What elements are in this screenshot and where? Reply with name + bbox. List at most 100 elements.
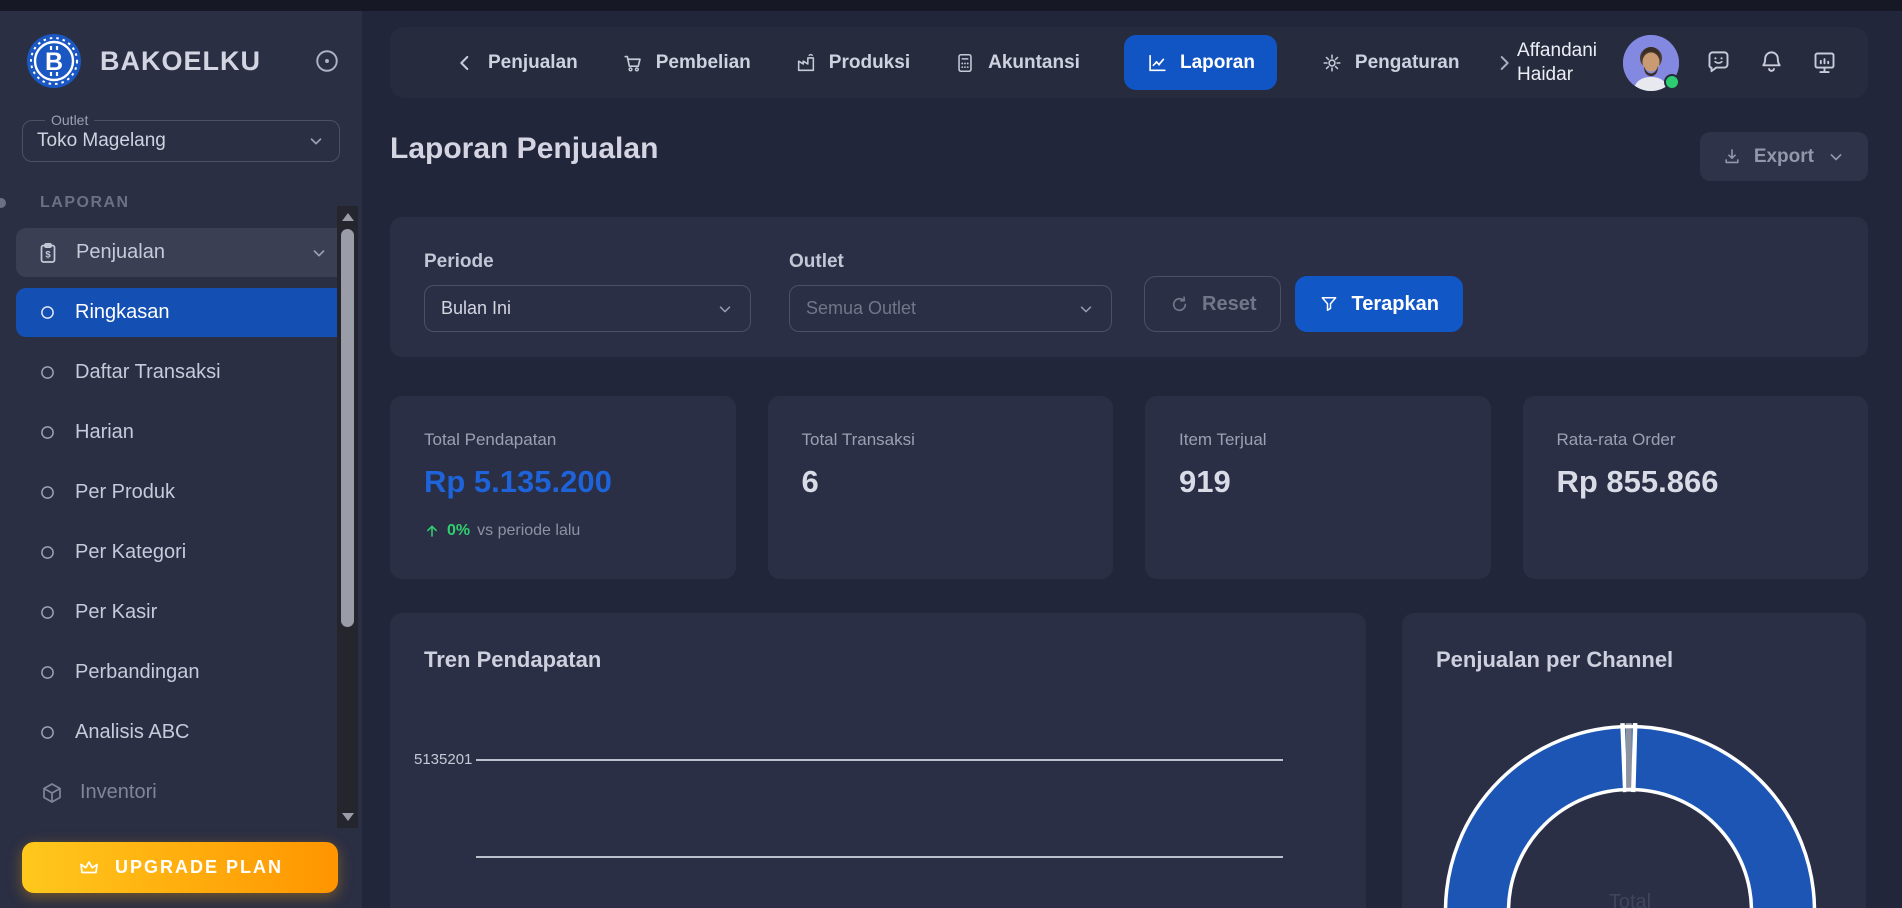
gear-icon [1321, 52, 1343, 74]
sidebar-item-harian[interactable]: Harian [16, 408, 346, 457]
sidebar-item-label: Harian [75, 421, 134, 444]
tab-label: Laporan [1180, 52, 1255, 74]
donut-center-label: Total [1402, 891, 1858, 908]
sidebar-collapse-icon[interactable] [314, 48, 340, 74]
sidebar-item-label: Daftar Transaksi [75, 361, 221, 384]
package-icon [40, 781, 64, 805]
stat-card-total-transaksi: Total Transaksi 6 [768, 396, 1114, 579]
sidebar-item-label: Perbandingan [75, 661, 200, 684]
upgrade-plan-button[interactable]: UPGRADE PLAN [22, 842, 338, 893]
brand-row: B BAKOELKU [26, 30, 340, 92]
filter-actions: Reset Terapkan [1144, 276, 1463, 332]
sidebar-item-ringkasan[interactable]: Ringkasan [16, 288, 346, 337]
chevron-down-icon [1077, 300, 1095, 318]
sidebar-item-daftar-transaksi[interactable]: Daftar Transaksi [16, 348, 346, 397]
topnav: Penjualan Pembelian Produksi [454, 35, 1459, 90]
chevron-left-icon [454, 52, 476, 74]
stat-value: Rp 855.866 [1557, 464, 1835, 500]
user-name-line2: Haidar [1517, 63, 1597, 87]
app-root: B BAKOELKU Outlet Toko Magelang LAPORAN [0, 0, 1902, 908]
outlet-label: Outlet [789, 251, 1112, 273]
filter-funnel-icon [1319, 294, 1339, 314]
window-top-strip [0, 0, 1902, 11]
sidebar-item-label: Penjualan [76, 241, 165, 264]
crown-icon [77, 856, 101, 880]
sidebar-item-penjualan[interactable]: $ Penjualan [16, 228, 346, 277]
periode-label: Periode [424, 251, 751, 273]
outlet-selector-label: Outlet [45, 112, 94, 128]
y-axis-tick-label: 5135201 [414, 751, 470, 768]
sidebar-item-per-produk[interactable]: Per Produk [16, 468, 346, 517]
export-button[interactable]: Export [1700, 132, 1868, 181]
sidebar-item-perbandingan[interactable]: Perbandingan [16, 648, 346, 697]
chart-line-icon [1146, 52, 1168, 74]
stat-value: 919 [1179, 464, 1457, 500]
filter-card: Periode Bulan Ini Outlet Semua Outlet [390, 217, 1868, 357]
outlet-select[interactable]: Semua Outlet [789, 285, 1112, 332]
scrollbar-up-arrow[interactable] [342, 213, 354, 221]
refresh-icon [1169, 294, 1190, 315]
monitor-chart-icon[interactable] [1811, 49, 1838, 76]
trend-chart-card: Tren Pendapatan 5135201 [390, 613, 1366, 908]
sidebar-item-analisis-abc[interactable]: Analisis ABC [16, 708, 346, 757]
svg-text:$: $ [45, 249, 51, 260]
tab-label: Penjualan [488, 52, 578, 74]
sidebar-item-inventori[interactable]: Inventori [16, 768, 346, 817]
scrollbar-thumb[interactable] [341, 229, 354, 627]
donut-segment-border [1633, 723, 1635, 792]
sidebar-item-per-kategori[interactable]: Per Kategori [16, 528, 346, 577]
radio-circle-icon [40, 305, 55, 320]
apply-button[interactable]: Terapkan [1295, 276, 1462, 332]
user-name-line1: Affandani [1517, 39, 1597, 63]
reset-button[interactable]: Reset [1144, 276, 1281, 332]
donut-segment-sliver [1629, 723, 1630, 792]
section-dot [0, 198, 6, 208]
periode-value: Bulan Ini [441, 298, 511, 319]
tab-penjualan[interactable]: Penjualan [454, 52, 578, 74]
stat-card-rata-rata-order: Rata-rata Order Rp 855.866 [1523, 396, 1869, 579]
factory-icon [795, 52, 817, 74]
topbar: Penjualan Pembelian Produksi [390, 27, 1868, 98]
gridline [476, 759, 1283, 761]
outlet-value: Semua Outlet [806, 298, 916, 319]
avatar[interactable] [1623, 35, 1679, 91]
chat-smiley-icon[interactable] [1705, 49, 1732, 76]
tab-pembelian[interactable]: Pembelian [622, 52, 751, 74]
tab-pengaturan[interactable]: Pengaturan [1321, 52, 1460, 74]
stat-card-total-pendapatan: Total Pendapatan Rp 5.135.200 0% vs peri… [390, 396, 736, 579]
sidebar-section: LAPORAN [0, 194, 362, 212]
page-title: Laporan Penjualan [390, 132, 658, 166]
tab-akuntansi[interactable]: Akuntansi [954, 52, 1080, 74]
radio-circle-icon [40, 425, 55, 440]
chevron-right-icon[interactable] [1493, 52, 1515, 74]
calculator-icon [954, 52, 976, 74]
tab-label: Pengaturan [1355, 52, 1460, 74]
sidebar-scrollbar[interactable] [337, 206, 358, 828]
clipboard-money-icon: $ [36, 241, 60, 265]
outlet-selector[interactable]: Outlet Toko Magelang [22, 112, 340, 162]
gridline [476, 856, 1283, 858]
stat-delta-suffix: vs periode lalu [477, 522, 580, 540]
sidebar-item-label: Inventori [80, 781, 157, 804]
main-content: Penjualan Pembelian Produksi [362, 11, 1902, 908]
sidebar-nav: $ Penjualan Ringkasan Daftar Transaksi H… [16, 228, 346, 817]
brand-name: BAKOELKU [100, 46, 261, 77]
stat-card-item-terjual: Item Terjual 919 [1145, 396, 1491, 579]
bell-icon[interactable] [1758, 49, 1785, 76]
sidebar-item-per-kasir[interactable]: Per Kasir [16, 588, 346, 637]
periode-select[interactable]: Bulan Ini [424, 285, 751, 332]
tab-produksi[interactable]: Produksi [795, 52, 910, 74]
tab-label: Produksi [829, 52, 910, 74]
donut-chart [1402, 613, 1866, 908]
download-icon [1722, 147, 1742, 167]
trend-chart-title: Tren Pendapatan [424, 647, 1332, 673]
tab-laporan[interactable]: Laporan [1124, 35, 1277, 90]
chevron-down-icon [307, 132, 325, 150]
donut-segment-border [1623, 723, 1626, 792]
outlet-selector-value: Toko Magelang [37, 130, 166, 152]
sidebar-item-label: Per Kasir [75, 601, 157, 624]
periode-field: Periode Bulan Ini [424, 251, 751, 332]
scrollbar-down-arrow[interactable] [342, 813, 354, 821]
charts-row: Tren Pendapatan 5135201 Penjualan per Ch… [390, 613, 1868, 908]
chevron-down-icon [1826, 147, 1846, 167]
